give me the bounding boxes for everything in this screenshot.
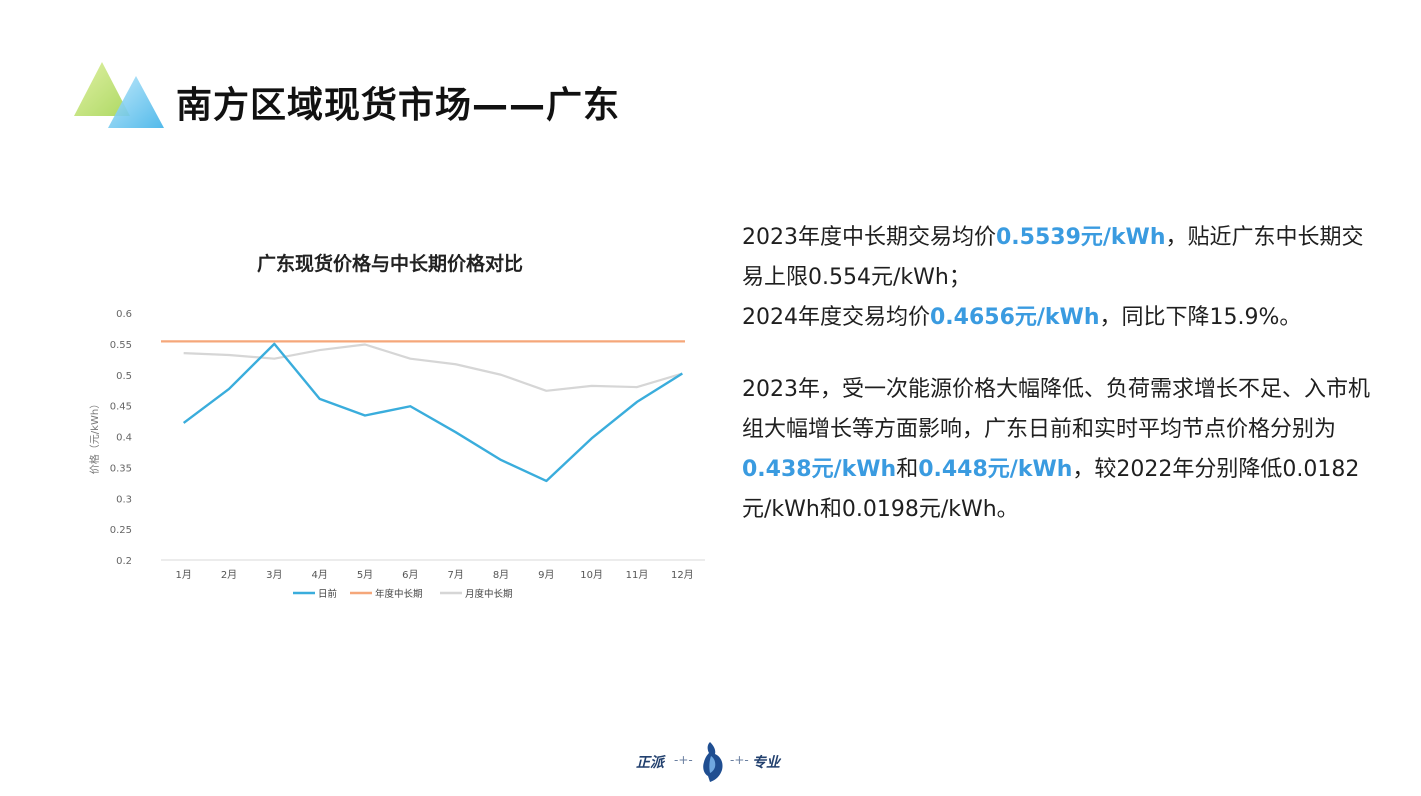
eagle-logo-icon (703, 742, 723, 782)
y-tick-label: 0.5 (116, 371, 132, 382)
p3-text-1: 2023年，受一次能源价格大幅降低、负荷需求增长不足、入市机组大幅增长等方面影响… (742, 377, 1370, 442)
x-tick-label: 5月 (357, 569, 373, 581)
p3-highlight-1: 0.438元/kWh (742, 457, 897, 482)
description-text: 2023年度中长期交易均价0.5539元/kWh，贴近广东中长期交易上限0.55… (742, 218, 1382, 530)
y-axis-label: 价格（元/kWh） (88, 399, 101, 474)
footer-left-text: 正派 (636, 755, 664, 771)
p1-highlight-1: 0.5539元/kWh (996, 225, 1166, 250)
y-tick-label: 0.25 (110, 525, 132, 536)
series-line-月度中长期 (183, 343, 683, 392)
x-tick-label: 7月 (447, 569, 463, 581)
series-line-日前 (182, 342, 683, 483)
paragraph-1: 2023年度中长期交易均价0.5539元/kWh，贴近广东中长期交易上限0.55… (742, 218, 1382, 298)
x-tick-label: 4月 (311, 569, 327, 581)
x-tick-label: 10月 (580, 569, 603, 581)
p3-text-2: 和 (896, 457, 919, 482)
footer-right-text: 专业 (752, 755, 780, 771)
logo-triangles-icon (74, 62, 164, 128)
p2-text-1: 2024年度交易均价 (742, 305, 930, 330)
x-tick-label: 6月 (402, 569, 418, 581)
y-tick-label: 0.55 (110, 340, 132, 351)
x-tick-label: 11月 (626, 569, 649, 581)
paragraph-3: 2023年，受一次能源价格大幅降低、负荷需求增长不足、入市机组大幅增长等方面影响… (742, 370, 1382, 530)
x-tick-label: 12月 (671, 569, 694, 581)
legend-label: 月度中长期 (465, 588, 513, 600)
p1-text-1: 2023年度中长期交易均价 (742, 225, 996, 250)
x-tick-label: 1月 (175, 569, 191, 581)
y-tick-label: 0.35 (110, 463, 132, 474)
x-tick-label: 2月 (221, 569, 237, 581)
y-tick-label: 0.6 (116, 309, 132, 320)
y-tick-label: 0.3 (116, 494, 132, 505)
line-chart: 0.2 0.25 0.3 0.35 0.4 0.45 0.5 0.55 0.6 1月 2月 3月 4月 5… (88, 309, 705, 600)
legend-label: 日前 (318, 588, 337, 600)
p3-highlight-2: 0.448元/kWh (918, 457, 1073, 482)
footer-separator-right: -+- (730, 753, 749, 767)
paragraph-2: 2024年度交易均价0.4656元/kWh，同比下降15.9%。 (742, 298, 1382, 338)
legend-label: 年度中长期 (375, 588, 423, 600)
footer-brand: 正派 -+- -+- 专业 (630, 738, 800, 784)
x-tick-label: 3月 (266, 569, 282, 581)
p2-highlight-1: 0.4656元/kWh (930, 305, 1100, 330)
p2-text-2: ，同比下降15.9%。 (1099, 305, 1302, 330)
footer-separator-left: -+- (674, 753, 693, 767)
y-tick-label: 0.45 (110, 402, 132, 413)
y-tick-label: 0.4 (116, 433, 132, 444)
x-tick-label: 9月 (538, 569, 554, 581)
y-tick-label: 0.2 (116, 556, 132, 567)
chart-title: 广东现货价格与中长期价格对比 (256, 253, 523, 275)
page-title: 南方区域现货市场——广东 (176, 85, 621, 126)
x-tick-label: 8月 (493, 569, 509, 581)
